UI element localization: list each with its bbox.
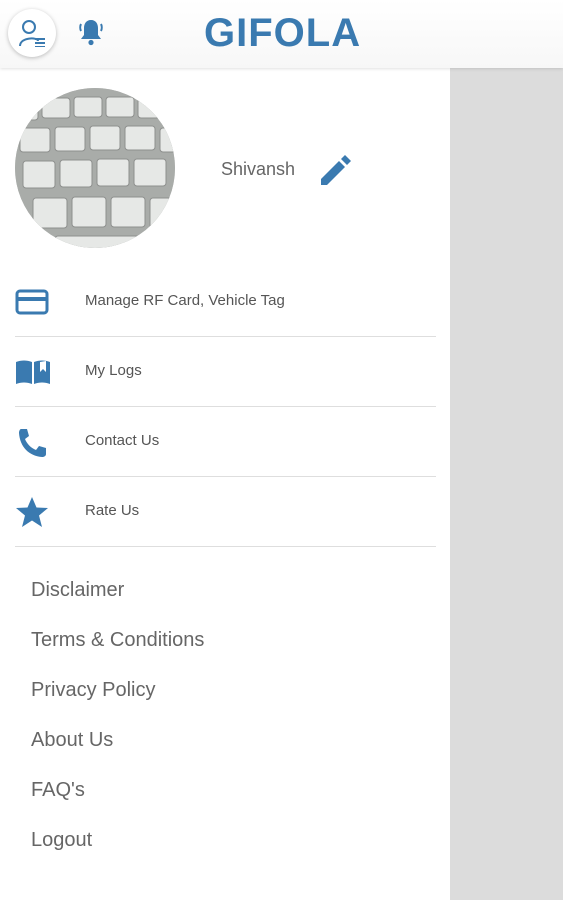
link-disclaimer[interactable]: Disclaimer [31, 579, 124, 602]
profile-menu-button[interactable] [8, 9, 56, 57]
avatar-photo [15, 88, 175, 248]
user-list-icon [19, 20, 45, 47]
menu-item-rate-us[interactable]: Rate Us [15, 476, 436, 547]
menu-item-label: My Logs [85, 362, 142, 379]
menu-item-label: Manage RF Card, Vehicle Tag [85, 292, 285, 309]
star-icon [16, 497, 48, 527]
edit-profile-button[interactable] [318, 152, 354, 188]
menu-item-label: Contact Us [85, 432, 160, 449]
link-privacy-policy[interactable]: Privacy Policy [31, 679, 155, 702]
menu-item-label: Rate Us [85, 502, 140, 519]
link-logout[interactable]: Logout [31, 829, 92, 852]
avatar[interactable] [15, 88, 175, 248]
menu-item-manage-rf-card[interactable]: Manage RF Card, Vehicle Tag [15, 266, 436, 337]
link-terms-conditions[interactable]: Terms & Conditions [31, 629, 204, 652]
app-title: GIFOLA [204, 11, 362, 55]
menu-item-contact-us[interactable]: Contact Us [15, 406, 436, 477]
drawer-scrim[interactable] [450, 68, 563, 900]
bell-icon [79, 20, 103, 46]
menu-item-my-logs[interactable]: My Logs [15, 336, 436, 407]
user-name: Shivansh [221, 159, 296, 179]
phone-icon [19, 429, 46, 457]
navigation-drawer: Shivansh Manage RF Card, Vehicle Tag My … [0, 68, 450, 900]
credit-card-icon [15, 289, 49, 315]
notifications-button[interactable] [77, 17, 105, 47]
book-icon [16, 360, 50, 384]
link-faqs[interactable]: FAQ's [31, 779, 85, 802]
link-about-us[interactable]: About Us [31, 729, 113, 752]
app-header: GIFOLA [0, 0, 563, 68]
pencil-icon [321, 155, 351, 185]
